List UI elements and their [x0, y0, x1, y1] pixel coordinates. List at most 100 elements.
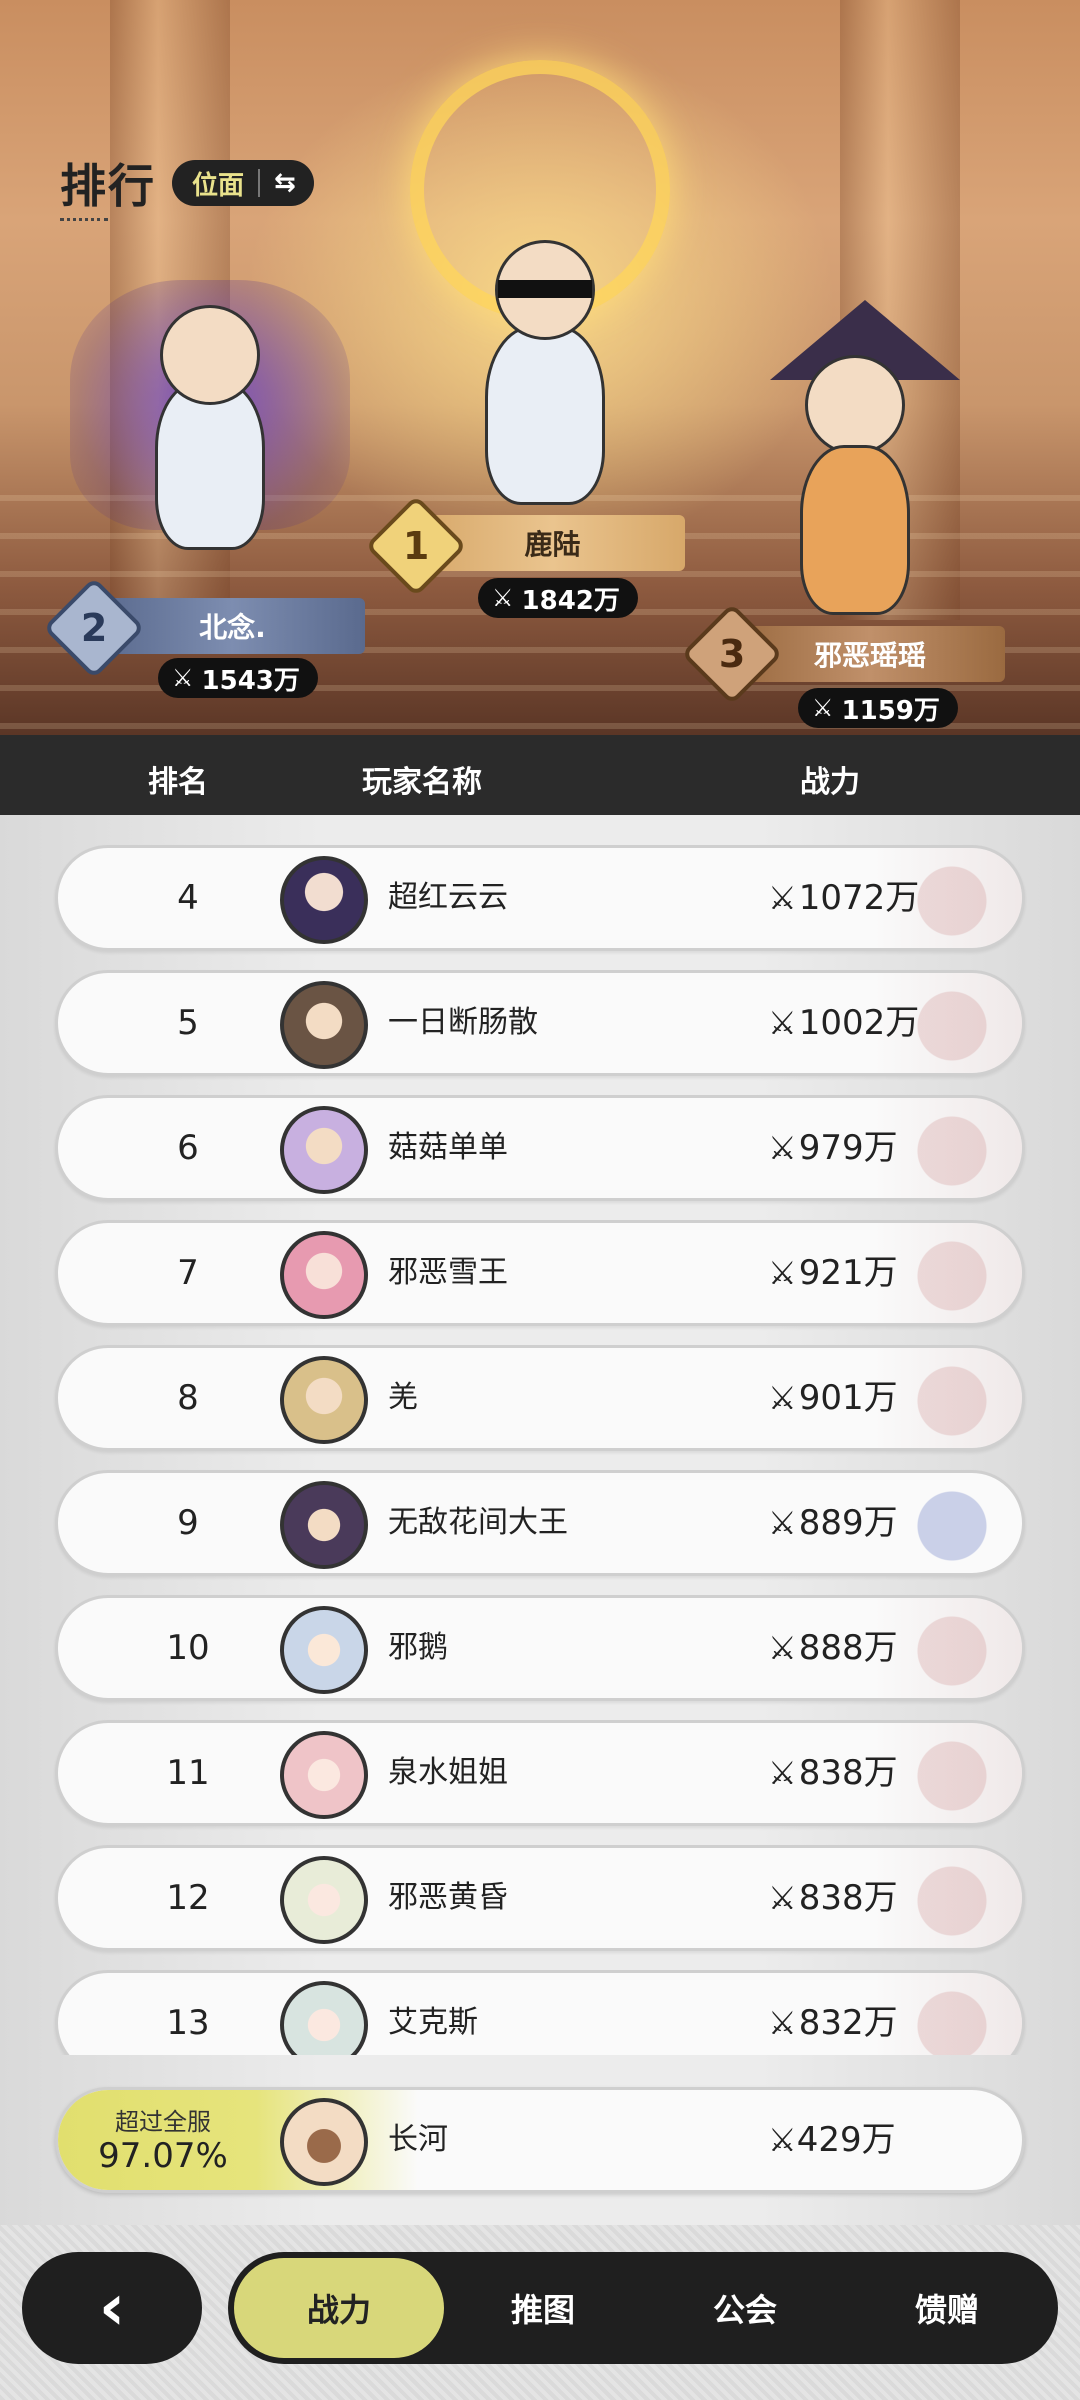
- leaderboard-scroll[interactable]: 4 超红云云 ⚔1072万 5 一日断肠散 ⚔1002万 6 菇菇单单 ⚔979…: [0, 815, 1080, 2055]
- row-player-name: 泉水姐姐: [388, 1755, 508, 1790]
- row-rank: 12: [166, 1878, 210, 1918]
- avatar[interactable]: [280, 1481, 368, 1569]
- scope-label: 位面: [192, 170, 245, 201]
- leaderboard-row[interactable]: 6 菇菇单单 ⚔979万: [55, 1095, 1025, 1201]
- row-player-name: 超红云云: [388, 880, 508, 915]
- podium-character-3[interactable]: [750, 300, 990, 630]
- podium-character-1[interactable]: [430, 220, 660, 520]
- tab-guild[interactable]: 公会: [640, 2258, 850, 2358]
- column-power: 战力: [800, 765, 860, 800]
- row-power: ⚔979万: [768, 1098, 898, 1198]
- row-rank: 7: [177, 1253, 199, 1293]
- row-power-value: 888万: [798, 1628, 898, 1668]
- podium-name-1: 鹿陆: [524, 528, 581, 561]
- tab-gift[interactable]: 馈赠: [842, 2258, 1052, 2358]
- row-power: ⚔889万: [768, 1473, 898, 1573]
- row-power: ⚔921万: [768, 1223, 898, 1323]
- rank-number-1: 1: [402, 523, 430, 568]
- leaderboard-row[interactable]: 5 一日断肠散 ⚔1002万: [55, 970, 1025, 1076]
- avatar[interactable]: [280, 856, 368, 944]
- avatar[interactable]: [280, 1606, 368, 1694]
- tab-power[interactable]: 战力: [234, 2258, 444, 2358]
- row-power: ⚔832万: [768, 1973, 898, 2055]
- avatar[interactable]: [280, 981, 368, 1069]
- crossed-swords-icon: ⚔: [492, 584, 514, 612]
- podium-banner: 排行 位面 ⇆ 鹿陆 1 ⚔ 1842万 北念. 2 ⚔ 1543万 邪恶瑶瑶 …: [0, 0, 1080, 735]
- row-power-value: 838万: [798, 1753, 898, 1793]
- row-rank: 5: [177, 1003, 199, 1043]
- row-power-value: 921万: [798, 1253, 898, 1293]
- leaderboard-row[interactable]: 10 邪鹅 ⚔888万: [55, 1595, 1025, 1701]
- row-player-name: 邪鹅: [388, 1630, 448, 1665]
- row-power: ⚔1002万: [768, 973, 919, 1073]
- podium-power-value-2: 1543万: [201, 665, 300, 696]
- avatar[interactable]: [280, 1356, 368, 1444]
- my-power: ⚔429万: [768, 2090, 896, 2190]
- ranking-tab-bar: 战力 推图 公会 馈赠: [228, 2252, 1058, 2364]
- row-rank: 4: [177, 878, 199, 918]
- leaderboard-row[interactable]: 11 泉水姐姐 ⚔838万: [55, 1720, 1025, 1826]
- row-rank: 8: [177, 1378, 199, 1418]
- avatar[interactable]: [280, 1231, 368, 1319]
- title-underline: [60, 218, 108, 221]
- leaderboard-row[interactable]: 4 超红云云 ⚔1072万: [55, 845, 1025, 951]
- leaderboard-column-header: 排名 玩家名称 战力: [0, 735, 1080, 815]
- crossed-swords-icon: ⚔: [768, 1004, 797, 1042]
- podium-power-value-1: 1842万: [521, 585, 620, 616]
- row-power-value: 901万: [798, 1378, 898, 1418]
- avatar[interactable]: [280, 2098, 368, 2186]
- crossed-swords-icon: ⚔: [768, 2121, 797, 2159]
- scope-toggle-button[interactable]: 位面 ⇆: [172, 160, 314, 206]
- column-rank: 排名: [148, 765, 208, 800]
- avatar[interactable]: [280, 1731, 368, 1819]
- row-power: ⚔1072万: [768, 848, 919, 948]
- back-button[interactable]: ‹: [22, 2252, 202, 2364]
- row-rank: 6: [177, 1128, 199, 1168]
- crossed-swords-icon: ⚔: [768, 1379, 797, 1417]
- podium-power-3: ⚔ 1159万: [798, 688, 958, 728]
- crossed-swords-icon: ⚔: [768, 1629, 797, 1667]
- row-player-name: 邪恶雪王: [388, 1255, 508, 1290]
- row-rank: 11: [166, 1753, 210, 1793]
- row-player-name: 艾克斯: [388, 2005, 478, 2040]
- row-rank: 9: [177, 1503, 199, 1543]
- rank-number-3: 3: [718, 631, 746, 676]
- leaderboard-row[interactable]: 8 羌 ⚔901万: [55, 1345, 1025, 1451]
- leaderboard-row[interactable]: 12 邪恶黄昏 ⚔838万: [55, 1845, 1025, 1951]
- row-player-name: 邪恶黄昏: [388, 1880, 508, 1915]
- row-power-value: 838万: [798, 1878, 898, 1918]
- page-title: 排行: [60, 159, 156, 213]
- ranking-title-group: 排行 位面 ⇆: [60, 150, 314, 216]
- avatar[interactable]: [280, 1981, 368, 2055]
- row-power-value: 832万: [798, 2003, 898, 2043]
- leaderboard-row[interactable]: 9 无敌花间大王 ⚔889万: [55, 1470, 1025, 1576]
- crossed-swords-icon: ⚔: [812, 694, 834, 722]
- crossed-swords-icon: ⚔: [768, 1254, 797, 1292]
- crossed-swords-icon: ⚔: [768, 2004, 797, 2042]
- leaderboard-row[interactable]: 7 邪恶雪王 ⚔921万: [55, 1220, 1025, 1326]
- row-power: ⚔838万: [768, 1723, 898, 1823]
- avatar[interactable]: [280, 1106, 368, 1194]
- crossed-swords-icon: ⚔: [172, 664, 194, 692]
- podium-name-2: 北念.: [199, 611, 266, 644]
- chevron-left-icon: ‹: [98, 2271, 126, 2345]
- row-player-name: 羌: [388, 1380, 418, 1415]
- podium-power-1: ⚔ 1842万: [478, 578, 638, 618]
- row-rank: 13: [166, 2003, 210, 2043]
- avatar[interactable]: [280, 1856, 368, 1944]
- podium-character-2[interactable]: [60, 250, 360, 570]
- row-player-name: 菇菇单单: [388, 1130, 508, 1165]
- leaderboard-list-area[interactable]: 4 超红云云 ⚔1072万 5 一日断肠散 ⚔1002万 6 菇菇单单 ⚔979…: [0, 815, 1080, 2225]
- my-power-value: 429万: [796, 2120, 896, 2160]
- my-player-name: 长河: [388, 2122, 448, 2157]
- column-player-name: 玩家名称: [362, 765, 482, 800]
- tab-stage[interactable]: 推图: [438, 2258, 648, 2358]
- leaderboard-row[interactable]: 13 艾克斯 ⚔832万: [55, 1970, 1025, 2055]
- row-player-name: 一日断肠散: [388, 1005, 538, 1040]
- crossed-swords-icon: ⚔: [768, 879, 797, 917]
- crossed-swords-icon: ⚔: [768, 1504, 797, 1542]
- row-power: ⚔901万: [768, 1348, 898, 1448]
- row-power: ⚔888万: [768, 1598, 898, 1698]
- row-power-value: 1072万: [798, 878, 920, 918]
- my-rank-row[interactable]: 超过全服 97.07% 长河 ⚔429万: [55, 2087, 1025, 2193]
